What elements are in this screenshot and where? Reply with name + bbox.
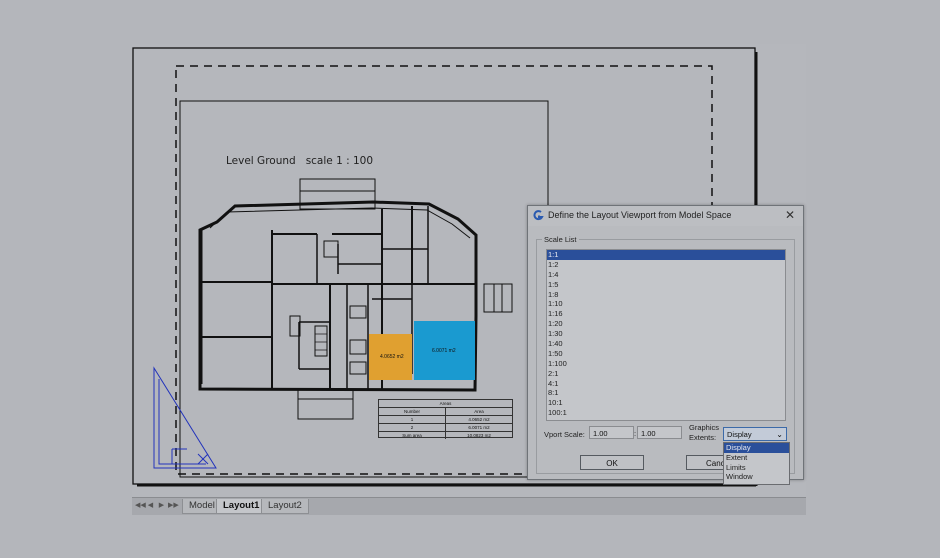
table-row: 1 4.0652 m2: [379, 416, 512, 424]
vport-scale-label: Vport Scale:: [544, 430, 585, 439]
list-item[interactable]: 1:4: [547, 270, 785, 280]
list-item[interactable]: 1:5: [547, 280, 785, 290]
vport-scale-input-b[interactable]: 1.00: [637, 426, 682, 439]
ok-button[interactable]: OK: [580, 455, 644, 470]
list-item[interactable]: 2:1: [547, 369, 785, 379]
table-row: 2 6.0071 m2: [379, 424, 512, 432]
list-item[interactable]: 4:1: [547, 379, 785, 389]
table-row: Number Area: [379, 408, 512, 416]
list-item[interactable]: 100:1: [547, 408, 785, 418]
drawing-title: Level Ground scale 1 : 100: [226, 155, 374, 167]
dialog-titlebar[interactable]: Define the Layout Viewport from Model Sp…: [528, 206, 803, 226]
list-item[interactable]: 1:10: [547, 299, 785, 309]
list-item[interactable]: 1:100: [547, 359, 785, 369]
dialog-title: Define the Layout Viewport from Model Sp…: [548, 210, 732, 220]
extents-select[interactable]: Display ⌄: [723, 427, 787, 441]
areas-table-header: Areas: [379, 400, 512, 408]
dropdown-option[interactable]: Limits: [724, 463, 789, 473]
list-item[interactable]: 1:40: [547, 339, 785, 349]
extents-select-value: Display: [727, 430, 752, 439]
extents-dropdown-list: Display Extent Limits Window: [723, 442, 790, 485]
dropdown-option[interactable]: Extent: [724, 453, 789, 463]
close-icon[interactable]: ✕: [783, 208, 797, 222]
vport-scale-input-a[interactable]: 1.00: [589, 426, 634, 439]
last-tab-icon[interactable]: ▶▶: [168, 501, 179, 511]
list-item[interactable]: 1:20: [547, 319, 785, 329]
scale-list-label: Scale List: [542, 235, 579, 244]
areas-table: Areas Number Area 1 4.0652 m2 2 6.0071 m2 S…: [378, 399, 513, 439]
cancel-button[interactable]: Cancel: [686, 455, 724, 470]
list-item[interactable]: 10:1: [547, 398, 785, 408]
scale-listbox[interactable]: 1:1 1:2 1:4 1:5 1:8 1:10 1:16 1:20 1:30 1:40 1:50 1…: [546, 249, 786, 421]
list-item[interactable]: 1:16: [547, 309, 785, 319]
area-label-1: 4.0652 m2: [380, 354, 404, 360]
first-tab-icon[interactable]: ◀◀: [135, 501, 146, 511]
list-item[interactable]: 1:50: [547, 349, 785, 359]
define-viewport-dialog: Define the Layout Viewport from Model Sp…: [527, 205, 804, 485]
layout-tab-bar: ◀◀ ◀ ▶ ▶▶ Model Layout1 Layout2: [132, 497, 806, 515]
app-logo-icon: [533, 210, 544, 221]
area-label-2: 6.0071 m2: [432, 348, 456, 354]
list-item[interactable]: 8:1: [547, 388, 785, 398]
table-row: Sum area 10.0823 m2: [379, 432, 512, 439]
list-item[interactable]: 1:2: [547, 260, 785, 270]
dropdown-option[interactable]: Window: [724, 472, 789, 482]
graphics-extents-label-2: Extents:: [689, 433, 717, 442]
list-item[interactable]: 1:1: [547, 250, 785, 260]
chevron-down-icon: ⌄: [776, 430, 783, 439]
prev-tab-icon[interactable]: ◀: [146, 501, 155, 511]
tab-layout1[interactable]: Layout1: [216, 499, 267, 514]
next-tab-icon[interactable]: ▶: [157, 501, 166, 511]
graphics-extents-label: Graphics: [689, 423, 720, 432]
tab-layout2[interactable]: Layout2: [261, 499, 309, 514]
list-item[interactable]: 1:30: [547, 329, 785, 339]
dropdown-option[interactable]: Display: [724, 443, 789, 453]
vport-scale-separator: :: [634, 429, 637, 438]
list-item[interactable]: 1:8: [547, 290, 785, 300]
